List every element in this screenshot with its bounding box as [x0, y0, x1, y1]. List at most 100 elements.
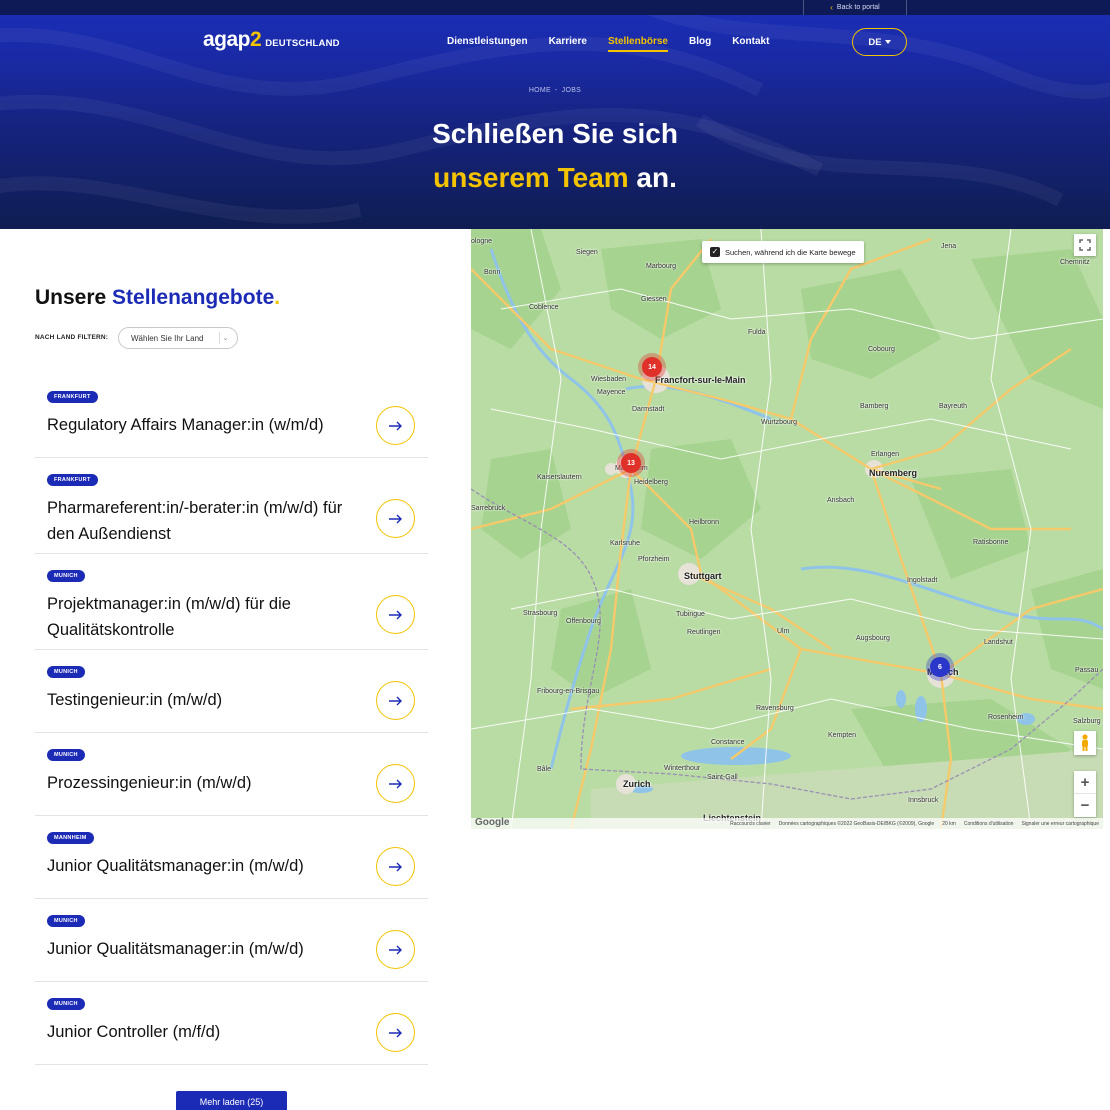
map-search-toggle[interactable]: ✓ Suchen, während ich die Karte bewege	[702, 241, 864, 263]
job-title[interactable]: Junior Qualitätsmanager:in (m/w/d)	[47, 853, 372, 879]
map-label-innsbruck: Innsbruck	[908, 797, 939, 804]
job-title[interactable]: Projektmanager:in (m/w/d) für die Qualit…	[47, 591, 372, 643]
pegman-icon	[1082, 734, 1088, 751]
job-list-item[interactable]: MUNICH Junior Qualitätsmanager:in (m/w/d)	[35, 899, 428, 982]
map-label-fulda: Fulda	[748, 329, 766, 336]
job-list-item[interactable]: MUNICH Junior Controller (m/f/d)	[35, 982, 428, 1065]
map-label-ulm: Ulm	[777, 628, 790, 635]
nav-item-blog[interactable]: Blog	[689, 36, 711, 50]
map-footer-report[interactable]: Signaler une erreur cartographique	[1021, 821, 1099, 827]
job-list-item[interactable]: FRANKFURT Regulatory Affairs Manager:in (…	[35, 375, 428, 458]
map-label-zurich: Zurich	[623, 779, 651, 789]
map-label-darmstadt: Darmstadt	[632, 406, 665, 413]
map-label-stuttgart: Stuttgart	[684, 571, 722, 581]
job-title[interactable]: Prozessingenieur:in (m/w/d)	[47, 770, 372, 796]
map-label-strasbourg: Strasbourg	[523, 610, 558, 617]
job-open-button[interactable]	[376, 847, 415, 886]
map-label-bonn: Bonn	[484, 269, 501, 276]
map-cluster-frankfurt[interactable]: 14	[642, 357, 662, 377]
map-footer-scale: 20 km	[942, 820, 956, 827]
job-list-item[interactable]: MUNICH Projektmanager:in (m/w/d) für die …	[35, 554, 428, 650]
map-label-wiesbaden: Wiesbaden	[591, 376, 627, 383]
map-label-kaiserslautern: Kaiserslautern	[537, 474, 582, 481]
job-list-item[interactable]: MANNHEIM Junior Qualitätsmanager:in (m/w/…	[35, 816, 428, 899]
map-label-heilbronn: Heilbronn	[689, 519, 719, 526]
job-list-item[interactable]: MUNICH Prozessingenieur:in (m/w/d)	[35, 733, 428, 816]
job-title[interactable]: Junior Controller (m/f/d)	[47, 1019, 372, 1045]
map-label-jena: Jena	[941, 243, 957, 250]
chevron-down-icon: ⌄	[219, 332, 231, 344]
map-label-giessen: Giessen	[641, 296, 667, 303]
map-label-wurzburg: Wurtzbourg	[761, 419, 798, 426]
country-filter-select[interactable]: Wählen Sie Ihr Land ⌄	[118, 327, 238, 349]
map-cluster-munich[interactable]: 6	[930, 657, 950, 677]
map-label-frankfurt: Francfort-sur-le-Main	[655, 375, 746, 385]
nav-item-stellenboerse[interactable]: Stellenbörse	[607, 36, 668, 52]
breadcrumb-jobs: JOBS	[561, 87, 582, 94]
job-list-item[interactable]: MUNICH Testingenieur:in (m/w/d)	[35, 650, 428, 733]
job-location-badge: MUNICH	[47, 998, 85, 1010]
map-label-chemnitz: Chemnitz	[1060, 259, 1090, 266]
zoom-in-button[interactable]: +	[1074, 771, 1096, 794]
map-label-bamberg: Bamberg	[860, 403, 889, 410]
nav-item-karriere[interactable]: Karriere	[549, 36, 587, 50]
job-title[interactable]: Junior Qualitätsmanager:in (m/w/d)	[47, 936, 372, 962]
map-footer-terms[interactable]: Conditions d'utilisation	[964, 821, 1014, 827]
arrow-right-icon	[388, 610, 402, 619]
map-label-bayreuth: Bayreuth	[939, 403, 968, 410]
map-label-mayence: Mayence	[597, 389, 626, 396]
language-selector[interactable]: DE	[852, 28, 907, 56]
job-location-badge: MUNICH	[47, 666, 85, 678]
jobs-map[interactable]: Francfort-sur-le-MainMannheimHeidelbergN…	[471, 229, 1103, 829]
chevron-left-icon: ‹	[830, 3, 833, 12]
job-open-button[interactable]	[376, 930, 415, 969]
job-open-button[interactable]	[376, 595, 415, 634]
back-to-portal-label: Back to portal	[836, 4, 880, 11]
arrow-right-icon	[388, 696, 402, 705]
arrow-right-icon	[388, 514, 402, 523]
back-to-portal-link[interactable]: ‹ Back to portal	[803, 0, 907, 15]
job-title[interactable]: Pharmareferent:in/-berater:in (m/w/d) fü…	[47, 495, 372, 547]
map-label-siegen: Siegen	[576, 249, 598, 256]
main-nav: Dienstleistungen Karriere Stellenbörse B…	[447, 36, 769, 52]
job-open-button[interactable]	[376, 499, 415, 538]
map-label-karlsruhe: Karlsruhe	[610, 540, 640, 547]
map-label-reutlingen: Reutlingen	[687, 629, 721, 636]
page-title-highlight: unserem Team	[433, 162, 629, 193]
map-label-ansbach: Ansbach	[827, 497, 855, 504]
breadcrumb-home[interactable]: HOME	[529, 87, 551, 94]
job-location-badge: FRANKFURT	[47, 391, 98, 403]
job-open-button[interactable]	[376, 681, 415, 720]
page-title-rest: an.	[628, 162, 677, 193]
map-label-passau: Passau	[1075, 667, 1099, 674]
arrow-right-icon	[388, 779, 402, 788]
job-title[interactable]: Testingenieur:in (m/w/d)	[47, 687, 372, 713]
job-title[interactable]: Regulatory Affairs Manager:in (w/m/d)	[47, 412, 372, 438]
offers-heading: Unsere Stellenangebote.	[35, 286, 281, 309]
map-label-landshut: Landshut	[984, 639, 1013, 646]
map-label-kempten: Kempten	[828, 732, 857, 739]
load-more-button[interactable]: Mehr laden (25)	[176, 1091, 287, 1110]
job-location-badge: MUNICH	[47, 570, 85, 582]
map-label-saarbrucken: Sarrebruck	[471, 505, 506, 512]
map-label-heidelberg: Heidelberg	[634, 479, 668, 486]
zoom-out-button[interactable]: −	[1074, 794, 1096, 817]
job-open-button[interactable]	[376, 406, 415, 445]
map-label-offenburg: Offenbourg	[566, 618, 601, 625]
job-list-item[interactable]: FRANKFURT Pharmareferent:in/-berater:in (…	[35, 458, 428, 554]
job-location-badge: MANNHEIM	[47, 832, 94, 844]
map-label-saint-gall: Saint-Gall	[707, 774, 738, 781]
street-view-button[interactable]	[1074, 731, 1096, 755]
nav-item-kontakt[interactable]: Kontakt	[732, 36, 769, 50]
arrow-right-icon	[388, 1028, 402, 1037]
map-footer-shortcuts[interactable]: Raccourcis clavier	[730, 821, 771, 827]
nav-item-dienstleistungen[interactable]: Dienstleistungen	[447, 36, 528, 50]
job-open-button[interactable]	[376, 1013, 415, 1052]
checkbox-checked-icon[interactable]: ✓	[710, 247, 720, 257]
fullscreen-button[interactable]	[1074, 234, 1096, 256]
job-open-button[interactable]	[376, 764, 415, 803]
map-label-regensburg: Ratisbonne	[973, 539, 1009, 546]
site-logo[interactable]: agap2 DEUTSCHLAND	[203, 28, 340, 52]
map-label-winterthur: Winterthour	[664, 765, 701, 772]
map-cluster-mannheim[interactable]: 13	[621, 453, 641, 473]
